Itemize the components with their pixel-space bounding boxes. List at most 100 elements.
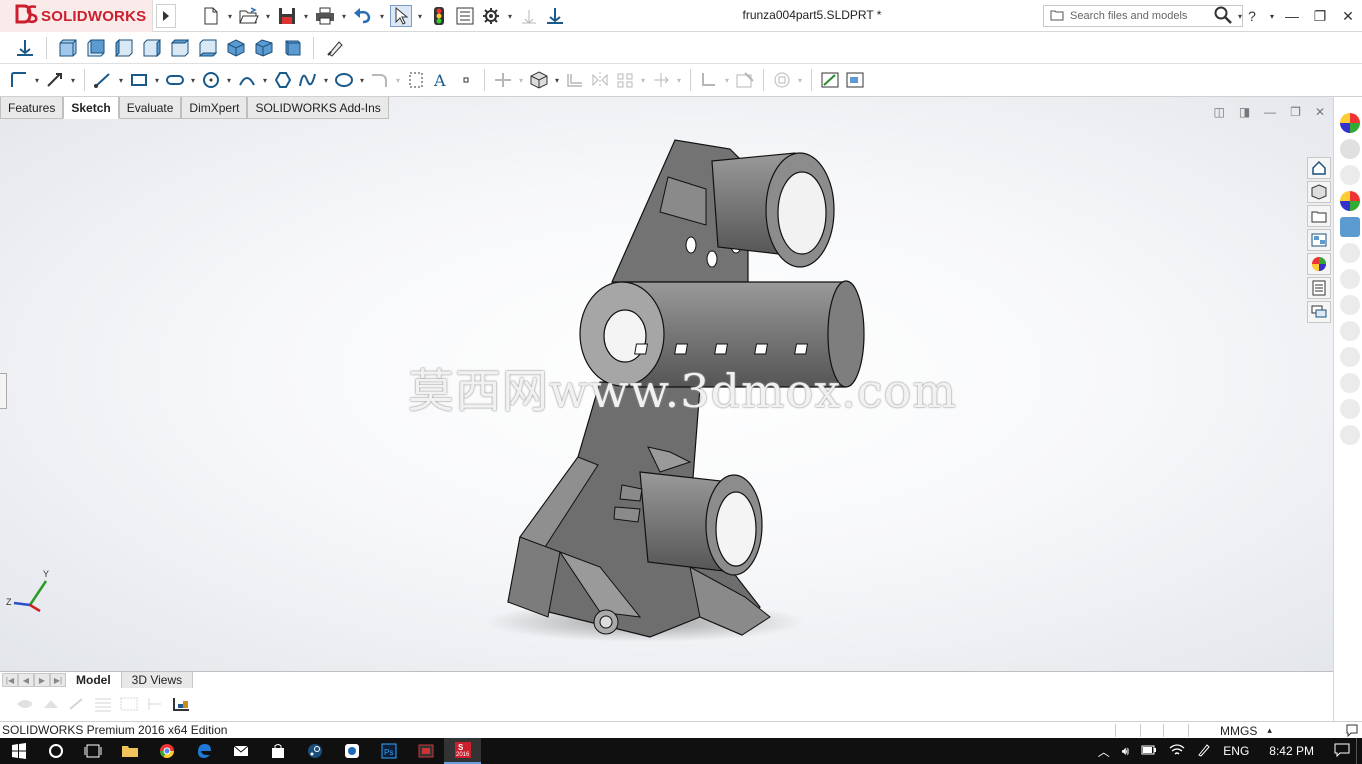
arc-icon[interactable] <box>236 69 258 91</box>
slot-dropdown[interactable]: ▾ <box>189 69 197 91</box>
front-view-icon[interactable] <box>57 37 79 59</box>
spline-icon[interactable] <box>297 69 319 91</box>
search-cortana-icon[interactable] <box>37 738 74 764</box>
custom-properties-pane-icon[interactable] <box>1340 217 1360 237</box>
task-view-icon[interactable] <box>74 738 111 764</box>
pane-icon-7[interactable] <box>1340 269 1360 289</box>
save-icon[interactable] <box>276 5 298 27</box>
wifi-icon[interactable] <box>1163 743 1191 759</box>
app-icon-camera[interactable] <box>333 738 370 764</box>
rectangle-dropdown[interactable]: ▾ <box>153 69 161 91</box>
minimize-icon[interactable]: — <box>1278 8 1306 24</box>
solidworks-resources-icon[interactable] <box>1340 113 1360 133</box>
next-tab-button[interactable]: ▶ <box>34 673 50 687</box>
battery-icon[interactable] <box>1135 744 1163 758</box>
print-icon[interactable] <box>314 5 336 27</box>
undo-dropdown[interactable]: ▾ <box>378 5 386 27</box>
chrome-icon[interactable] <box>148 738 185 764</box>
solidworks-logo[interactable]: SOLIDWORKS <box>0 0 153 32</box>
isometric-view-icon[interactable] <box>225 37 247 59</box>
first-tab-button[interactable]: |◀ <box>2 673 18 687</box>
file-explorer-icon[interactable] <box>1340 165 1360 185</box>
graphics-area[interactable]: ◫ ◨ — ❐ ✕ 莫西网www.3dmox.com Y Z <box>0 97 1333 671</box>
tab-evaluate[interactable]: Evaluate <box>118 97 182 119</box>
top-view-icon[interactable] <box>169 37 191 59</box>
file-explorer-taskbar-icon[interactable] <box>111 738 148 764</box>
tab-addins[interactable]: SOLIDWORKS Add-Ins <box>247 97 389 119</box>
language-indicator[interactable]: ENG <box>1217 744 1255 758</box>
pane-icon-6[interactable] <box>1340 243 1360 263</box>
trimetric-view-icon[interactable] <box>253 37 275 59</box>
show-desktop-button[interactable] <box>1356 738 1362 764</box>
store-icon[interactable] <box>259 738 296 764</box>
spline-dropdown[interactable]: ▾ <box>322 69 330 91</box>
tab-features[interactable]: Features <box>0 97 64 119</box>
undo-icon[interactable] <box>352 5 374 27</box>
text-icon[interactable]: A <box>430 69 452 91</box>
restore-icon[interactable]: ❐ <box>1306 8 1334 25</box>
reference-icon[interactable] <box>544 5 566 27</box>
smart-dimension-icon[interactable] <box>44 69 66 91</box>
last-tab-button[interactable]: ▶| <box>50 673 66 687</box>
open-icon[interactable] <box>238 5 260 27</box>
unit-system-selector[interactable]: MMGS ▴ <box>1220 722 1272 739</box>
edge-icon[interactable] <box>185 738 222 764</box>
rapid-sketch-icon[interactable] <box>819 69 841 91</box>
prev-tab-button[interactable]: ◀ <box>18 673 34 687</box>
back-view-icon[interactable] <box>85 37 107 59</box>
reference-geometry-icon[interactable] <box>14 37 36 59</box>
pane-icon-9[interactable] <box>1340 321 1360 341</box>
windows-start-icon[interactable] <box>0 738 37 764</box>
options-icon[interactable] <box>480 5 502 27</box>
search-input[interactable]: Search files and models <box>1070 10 1208 22</box>
design-library-icon[interactable] <box>1340 139 1360 159</box>
save-dropdown[interactable]: ▾ <box>302 5 310 27</box>
help-button[interactable]: ? <box>1238 8 1266 24</box>
tab-model[interactable]: Model <box>66 672 121 689</box>
left-view-icon[interactable] <box>113 37 135 59</box>
pane-icon-12[interactable] <box>1340 399 1360 419</box>
parts-icon[interactable] <box>1307 181 1331 203</box>
forum-icon[interactable] <box>1307 301 1331 323</box>
instant-2d-icon[interactable] <box>844 69 866 91</box>
point-icon[interactable] <box>455 69 477 91</box>
feature-manager-handle[interactable] <box>0 373 7 409</box>
dimension-dropdown[interactable]: ▾ <box>69 69 77 91</box>
pen-icon[interactable] <box>1191 743 1217 760</box>
notifications-icon[interactable] <box>1328 743 1356 760</box>
circle-icon[interactable] <box>200 69 222 91</box>
ellipse-dropdown[interactable]: ▾ <box>358 69 366 91</box>
folder-icon[interactable] <box>1307 205 1331 227</box>
pane-icon-11[interactable] <box>1340 373 1360 393</box>
appearances-icon[interactable] <box>1307 253 1331 275</box>
open-dropdown[interactable]: ▾ <box>264 5 272 27</box>
select-dropdown[interactable]: ▾ <box>416 5 424 27</box>
media-app-icon[interactable] <box>407 738 444 764</box>
circle-dropdown[interactable]: ▾ <box>225 69 233 91</box>
home-icon[interactable] <box>1307 157 1331 179</box>
view-palette-icon[interactable] <box>1307 229 1331 251</box>
file-properties-icon[interactable] <box>454 5 476 27</box>
pane-icon-8[interactable] <box>1340 295 1360 315</box>
new-icon[interactable] <box>200 5 222 27</box>
plane-sketch-icon[interactable] <box>405 69 427 91</box>
right-view-icon[interactable] <box>141 37 163 59</box>
view-palette-pane-icon[interactable] <box>1340 191 1360 211</box>
sketch-icon[interactable] <box>8 69 30 91</box>
polygon-icon[interactable] <box>272 69 294 91</box>
datum-icon[interactable] <box>170 693 192 715</box>
tray-chevron-icon[interactable]: ︿ <box>1092 743 1116 760</box>
help-dropdown[interactable]: ▾ <box>1266 12 1278 21</box>
new-dropdown[interactable]: ▾ <box>226 5 234 27</box>
sketch-dropdown[interactable]: ▾ <box>33 69 41 91</box>
print-dropdown[interactable]: ▾ <box>340 5 348 27</box>
search-box[interactable]: Search files and models ▾ <box>1043 5 1243 27</box>
line-dropdown[interactable]: ▾ <box>117 69 125 91</box>
pane-icon-13[interactable] <box>1340 425 1360 445</box>
rectangle-icon[interactable] <box>128 69 150 91</box>
rebuild-icon[interactable] <box>428 5 450 27</box>
steam-icon[interactable] <box>296 738 333 764</box>
tab-dimxpert[interactable]: DimXpert <box>181 97 248 119</box>
slot-icon[interactable] <box>164 69 186 91</box>
convert-dropdown[interactable]: ▾ <box>553 69 561 91</box>
